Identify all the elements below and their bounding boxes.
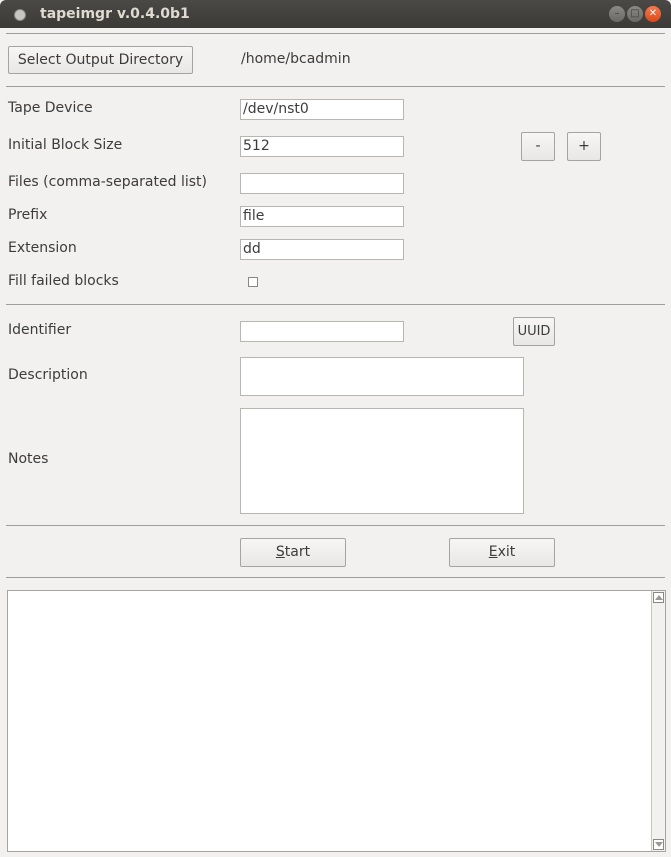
log-output[interactable] [7,590,666,852]
prefix-input[interactable]: file [240,206,404,227]
identifier-label: Identifier [8,322,72,338]
exit-button[interactable]: Exit [449,538,555,567]
prefix-label: Prefix [8,207,48,223]
fill-failed-blocks-label: Fill failed blocks [8,273,119,289]
block-size-label: Initial Block Size [8,137,123,153]
tape-device-label: Tape Device [8,100,93,116]
app-icon [14,9,26,21]
start-mnemonic: S [275,544,285,560]
notes-textarea[interactable] [240,408,524,514]
scroll-down-icon[interactable] [653,839,664,850]
separator [6,525,665,526]
extension-input[interactable]: dd [240,239,404,260]
output-directory-path: /home/bcadmin [241,51,351,67]
extension-label: Extension [8,240,77,256]
increase-block-size-button[interactable]: + [567,132,601,161]
files-label: Files (comma-separated list) [8,174,207,190]
exit-label-rest: xit [497,544,516,560]
exit-mnemonic: E [488,544,498,560]
description-textarea[interactable] [240,357,524,396]
notes-label: Notes [8,451,49,467]
fill-failed-blocks-checkbox[interactable] [248,277,258,287]
separator [6,86,665,87]
scroll-up-icon[interactable] [653,592,664,603]
log-scrollbar[interactable] [651,591,665,851]
tape-device-input[interactable]: /dev/nst0 [240,99,404,120]
separator [6,577,665,578]
block-size-input[interactable]: 512 [240,136,404,157]
start-button[interactable]: Start [240,538,346,567]
decrease-block-size-button[interactable]: - [521,132,555,161]
files-input[interactable] [240,173,404,194]
maximize-icon[interactable]: □ [627,6,643,22]
title-bar: tapeimgr v.0.4.0b1 – □ ✕ [0,0,671,28]
separator [6,33,665,34]
minimize-icon[interactable]: – [609,6,625,22]
identifier-input[interactable] [240,321,404,342]
start-label-rest: tart [284,544,311,560]
uuid-button[interactable]: UUID [513,317,555,346]
select-output-directory-button[interactable]: Select Output Directory [8,46,193,74]
separator [6,304,665,305]
close-icon[interactable]: ✕ [645,6,661,22]
window-title: tapeimgr v.0.4.0b1 [40,6,190,22]
description-label: Description [8,367,88,383]
